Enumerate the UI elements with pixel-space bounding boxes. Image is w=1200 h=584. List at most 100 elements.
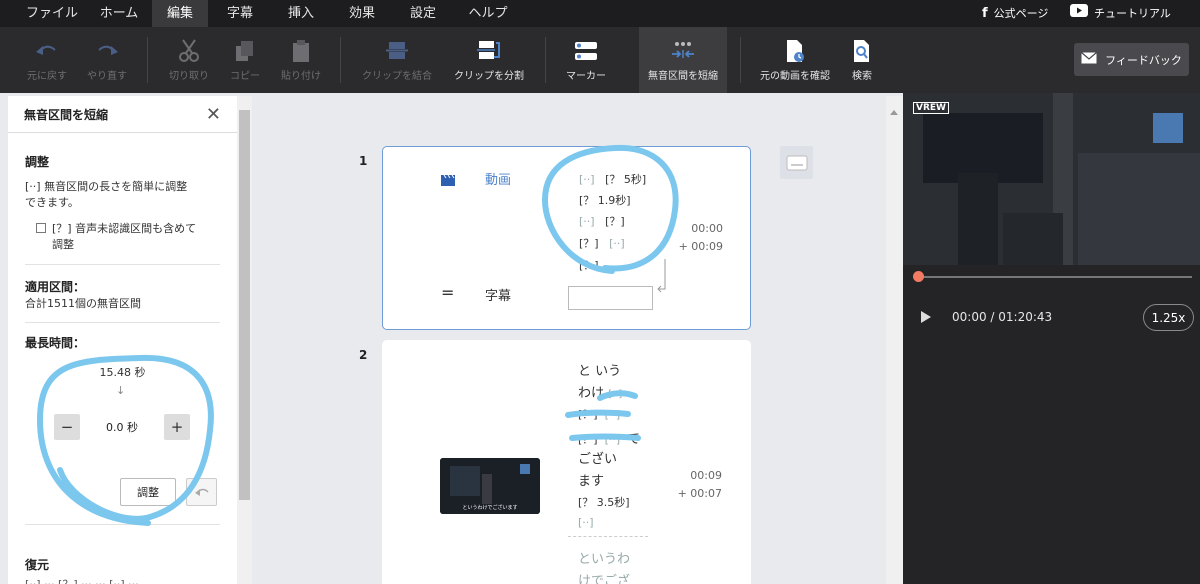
video-track-label: 動画	[485, 173, 512, 188]
check-original-video-button[interactable]: 元の動画を確認	[754, 27, 836, 93]
video-frame[interactable]: VREW	[903, 93, 1200, 265]
panel-divider	[25, 524, 220, 525]
menu-bar: ファイル ホーム 編集 字幕 挿入 効果 設定 ヘルプ f 公式ページ チュート…	[0, 0, 1200, 27]
menu-home[interactable]: ホーム	[90, 0, 148, 27]
clip-start-time: 00:00	[691, 222, 723, 235]
clip-number: 1	[359, 154, 368, 168]
include-unrecognized-checkbox[interactable]	[36, 223, 46, 233]
adjust-section-title: 調整	[25, 155, 50, 169]
silence-tag-line3[interactable]: [··] [？]	[579, 213, 625, 229]
clapperboard-icon	[441, 171, 455, 190]
menu-help[interactable]: ヘルプ	[456, 0, 520, 27]
toolbar-separator	[545, 37, 546, 83]
undo-icon	[34, 38, 60, 64]
progress-knob[interactable]	[913, 271, 924, 282]
adjust-description-line2: できます。	[25, 196, 79, 209]
word-line[interactable]: [？] [··] で	[578, 428, 640, 447]
word-line[interactable]: [？] [··]	[578, 406, 620, 422]
video-preview-panel: VREW 00:00 / 01:20:43 1.25x	[903, 93, 1200, 584]
menu-edit[interactable]: 編集	[152, 0, 208, 27]
max-time-title: 最長時間：	[25, 336, 86, 350]
shorten-silence-panel: 無音区間を短縮 ✕ 調整 [··] 無音区間の長さを簡単に調整 できます。 [？…	[8, 96, 237, 584]
restore-section-title: 復元	[25, 558, 50, 572]
panel-divider	[25, 264, 220, 265]
panel-scrollbar-thumb[interactable]	[239, 110, 250, 500]
copy-button[interactable]: コピー	[222, 27, 268, 93]
split-clip-button[interactable]: クリップを分割	[448, 27, 530, 93]
silence-tag-line1[interactable]: [··] [？ 5秒]	[579, 171, 646, 187]
applied-value: 合計1511個の無音区間	[25, 297, 141, 310]
editor-scrollbar[interactable]	[886, 96, 903, 584]
merge-clips-button[interactable]: クリップを結合	[358, 27, 436, 93]
clip-card[interactable]: というわけでございます と いう わけ [··] [？] [··] [？] [·…	[382, 340, 751, 584]
official-page-link[interactable]: f 公式ページ	[982, 0, 1048, 27]
increase-button[interactable]: +	[164, 414, 190, 440]
clip-thumbnail: というわけでございます	[440, 458, 540, 514]
panel-title: 無音区間を短縮	[24, 107, 109, 122]
split-icon	[476, 38, 502, 64]
youtube-icon	[1070, 0, 1088, 27]
scroll-up-icon[interactable]	[890, 110, 898, 115]
menu-file[interactable]: ファイル	[20, 0, 84, 27]
silence-tag-line5[interactable]: [？]	[579, 257, 599, 273]
subtitle-line[interactable]: というわ	[578, 548, 630, 567]
max-time-value: 15.48 秒	[99, 366, 146, 379]
merge-icon	[385, 38, 409, 64]
tutorial-link[interactable]: チュートリアル	[1070, 0, 1171, 27]
silence-tag-line2[interactable]: [？ 1.9秒]	[579, 192, 631, 208]
panel-divider	[25, 322, 220, 323]
toolbar-separator	[340, 37, 341, 83]
decrease-button[interactable]: −	[54, 414, 80, 440]
play-icon[interactable]	[921, 311, 931, 323]
equals-sign: =	[441, 283, 455, 302]
panel-scrollbar[interactable]	[237, 96, 252, 584]
redo-button[interactable]: やり直す	[80, 27, 134, 93]
menu-subtitles[interactable]: 字幕	[214, 0, 266, 27]
clipboard-icon	[292, 38, 310, 64]
clip-duration: + 00:07	[677, 487, 722, 500]
subtitle-track-label: 字幕	[485, 289, 512, 304]
marker-icon	[574, 38, 598, 64]
clip-number: 2	[359, 348, 368, 362]
silence-tag-line4[interactable]: [？] [··]	[579, 235, 625, 251]
menu-settings[interactable]: 設定	[397, 0, 449, 27]
close-icon[interactable]: ✕	[206, 104, 221, 125]
menu-effects[interactable]: 効果	[336, 0, 388, 27]
reset-button[interactable]	[186, 478, 217, 506]
toolbar-separator	[147, 37, 148, 83]
checkbox-label-line2: 調整	[52, 238, 74, 251]
word-line[interactable]: ござい	[578, 448, 617, 467]
progress-track[interactable]	[918, 276, 1192, 278]
shorten-silence-button[interactable]: 無音区間を短縮	[639, 27, 727, 93]
adjust-button[interactable]: 調整	[120, 478, 176, 506]
vrew-logo: VREW	[913, 102, 949, 114]
subtitle-line[interactable]: けでござ	[578, 570, 630, 584]
arrow-down-icon: ↓	[116, 384, 126, 397]
search-button[interactable]: 検索	[842, 27, 882, 93]
toolbar-separator	[740, 37, 741, 83]
copy-icon	[235, 38, 255, 64]
word-line[interactable]: [··]	[578, 516, 594, 529]
subtitle-input[interactable]	[568, 286, 653, 310]
playback-speed-button[interactable]: 1.25x	[1143, 304, 1194, 331]
marker-button[interactable]: マーカー	[556, 27, 616, 93]
clip-duration: + 00:09	[678, 240, 723, 253]
playback-time: 00:00 / 01:20:43	[952, 310, 1053, 324]
envelope-icon	[1081, 52, 1098, 67]
menu-insert[interactable]: 挿入	[275, 0, 327, 27]
word-line[interactable]: わけ [··]	[578, 382, 622, 401]
applied-section-title: 適用区間：	[25, 280, 86, 294]
word-line[interactable]: [？ 3.5秒]	[578, 494, 630, 510]
thumbnail-caption: というわけでございます	[462, 505, 518, 511]
subtitle-preview-icon[interactable]	[780, 146, 813, 179]
word-line[interactable]: と いう	[578, 360, 621, 379]
undo-button[interactable]: 元に戻す	[20, 27, 74, 93]
toolbar: 元に戻す やり直す 切り取り コピー 貼り付け クリップを結合 クリップを分割	[0, 27, 1200, 93]
duration-input[interactable]: 0.0 秒	[88, 414, 156, 440]
clip-card[interactable]: 動画 [··] [？ 5秒] [？ 1.9秒] [··] [？] [？] [··…	[382, 146, 751, 330]
cut-button[interactable]: 切り取り	[164, 27, 214, 93]
undo-icon	[194, 483, 210, 502]
word-line[interactable]: ます	[578, 470, 604, 489]
feedback-button[interactable]: フィードバック	[1074, 43, 1189, 76]
paste-button[interactable]: 貼り付け	[276, 27, 326, 93]
